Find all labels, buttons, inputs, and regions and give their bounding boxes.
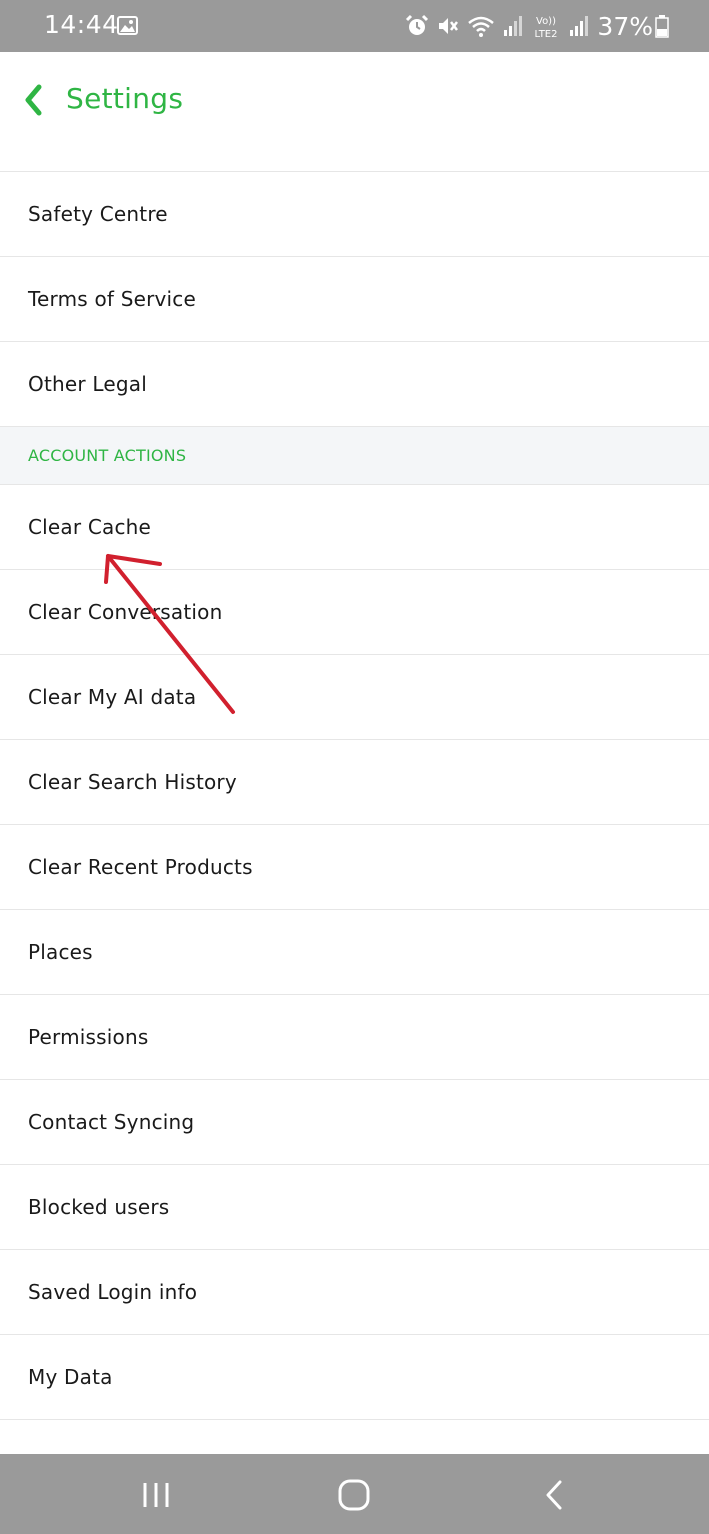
page-title: Settings (66, 82, 184, 115)
battery-icon (655, 15, 669, 38)
settings-item-label: Contact Syncing (28, 1110, 195, 1134)
settings-item-label: Clear Recent Products (28, 855, 253, 879)
list-item-partial (0, 148, 709, 172)
settings-item-label: My Data (28, 1365, 113, 1389)
settings-item-clear-conversation[interactable]: Clear Conversation (0, 570, 709, 655)
settings-item-label: Permissions (28, 1025, 149, 1049)
settings-item-label: Clear Cache (28, 515, 152, 539)
settings-screen: 14:44 Vo)) LTE2 37% Settings Safety Cent… (0, 0, 709, 1534)
settings-item-label: Other Legal (28, 372, 147, 396)
settings-item-safety-centre[interactable]: Safety Centre (0, 172, 709, 257)
settings-list: Safety Centre Terms of Service Other Leg… (0, 148, 709, 1505)
settings-item-blocked-users[interactable]: Blocked users (0, 1165, 709, 1250)
back-icon[interactable] (536, 1478, 572, 1512)
settings-item-label: Places (28, 940, 93, 964)
settings-item-label: Blocked users (28, 1195, 170, 1219)
signal-icon (504, 16, 523, 36)
settings-item-clear-cache[interactable]: Clear Cache (0, 485, 709, 570)
recents-icon[interactable] (138, 1478, 174, 1512)
status-time: 14:44 (44, 10, 119, 39)
gallery-icon (117, 16, 138, 35)
settings-item-other-legal[interactable]: Other Legal (0, 342, 709, 427)
settings-item-label: Clear My AI data (28, 685, 197, 709)
settings-item-permissions[interactable]: Permissions (0, 995, 709, 1080)
settings-item-label: Terms of Service (28, 287, 197, 311)
settings-item-contact-syncing[interactable]: Contact Syncing (0, 1080, 709, 1165)
signal-icon (570, 16, 589, 36)
settings-item-clear-recent-products[interactable]: Clear Recent Products (0, 825, 709, 910)
settings-item-label: Clear Search History (28, 770, 237, 794)
settings-item-saved-login-info[interactable]: Saved Login info (0, 1250, 709, 1335)
settings-item-label: Saved Login info (28, 1280, 198, 1304)
battery-percent: 37% (597, 11, 653, 41)
navigation-bar (0, 1454, 709, 1534)
volte-bottom-text: LTE2 (535, 29, 558, 39)
section-header-account-actions: ACCOUNT ACTIONS (0, 427, 709, 485)
settings-item-terms-of-service[interactable]: Terms of Service (0, 257, 709, 342)
section-label: ACCOUNT ACTIONS (28, 446, 187, 465)
mute-icon (439, 18, 459, 34)
settings-item-label: Safety Centre (28, 202, 168, 226)
header: Settings (0, 52, 709, 149)
settings-item-places[interactable]: Places (0, 910, 709, 995)
home-icon[interactable] (336, 1478, 372, 1512)
status-icons: Vo)) LTE2 37% (397, 10, 669, 42)
settings-item-clear-search-history[interactable]: Clear Search History (0, 740, 709, 825)
settings-item-label: Clear Conversation (28, 600, 223, 624)
settings-item-my-data[interactable]: My Data (0, 1335, 709, 1420)
settings-item-clear-my-ai-data[interactable]: Clear My AI data (0, 655, 709, 740)
status-bar: 14:44 Vo)) LTE2 37% (0, 0, 709, 52)
wifi-icon (468, 16, 495, 37)
chevron-left-icon[interactable] (22, 84, 44, 116)
volte-top-text: Vo)) (536, 16, 556, 27)
alarm-icon (406, 14, 429, 35)
volte-lte2-icon: Vo)) LTE2 (535, 16, 558, 39)
